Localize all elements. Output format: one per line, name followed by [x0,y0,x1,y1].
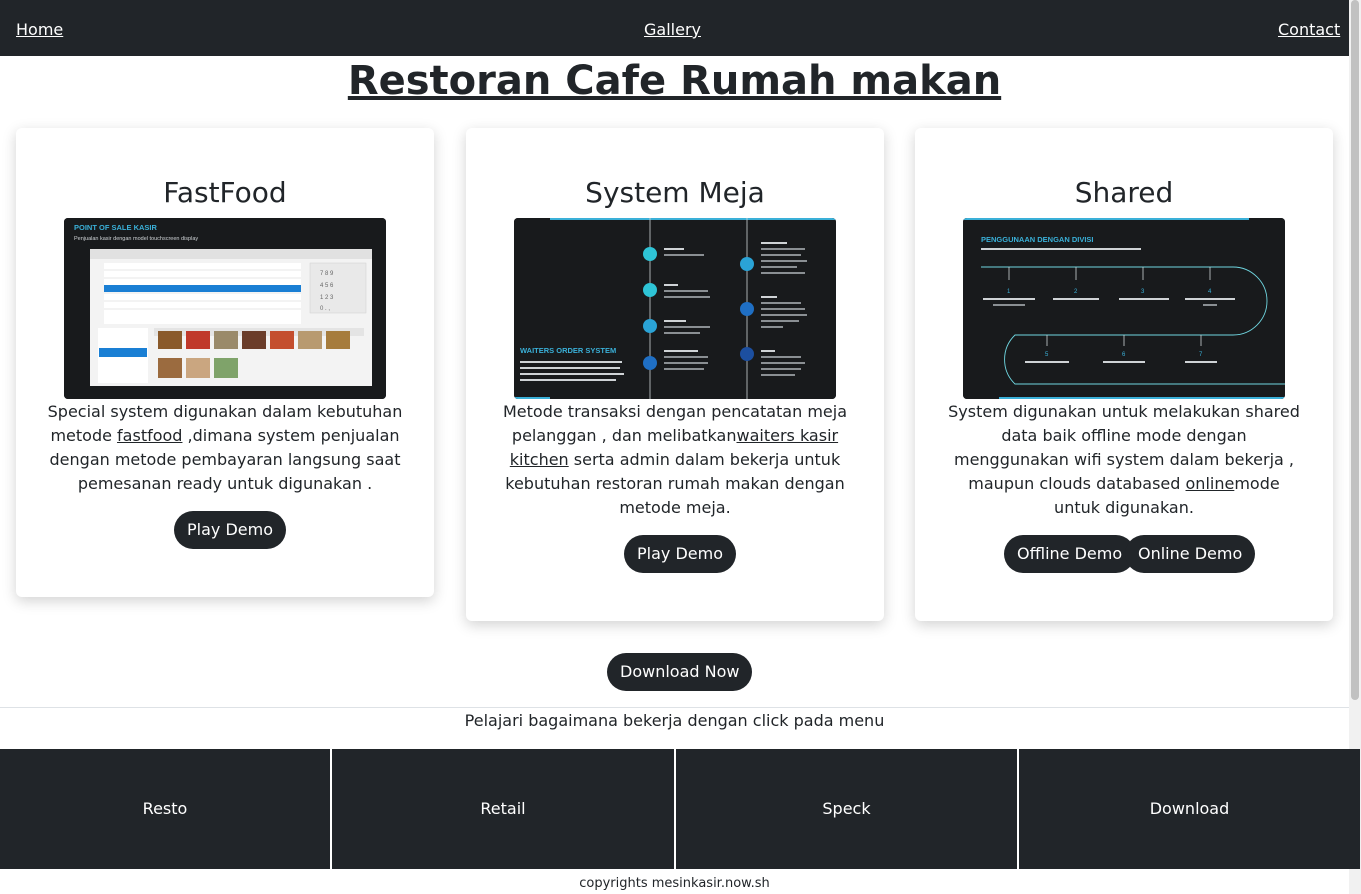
online-link[interactable]: online [1186,474,1235,493]
image-heading: PENGGUNAAN DENGAN DIVISI [981,235,1094,244]
top-navbar: Home Gallery Contact [0,0,1349,56]
svg-text:7 8 9: 7 8 9 [320,271,334,277]
card-description: Special system digunakan dalam kebutuhan… [47,402,403,493]
pos-kasir-screenshot: POINT OF SALE KASIR Penjualan kasir deng… [64,218,386,399]
svg-text:1 2 3: 1 2 3 [320,295,334,301]
offline-demo-button[interactable]: Offline Demo [1004,535,1136,573]
card-description: System digunakan untuk melakukan shared … [948,402,1300,517]
play-demo-button[interactable]: Play Demo [624,535,736,573]
svg-text:4 5 6: 4 5 6 [320,283,334,289]
menu-tile-speck[interactable]: Speck [676,749,1017,869]
card-title: System Meja [585,176,765,209]
waiters-order-screenshot: WAITERS ORDER SYSTEM [514,218,836,399]
card-title: FastFood [163,176,287,209]
image-subheading: Penjualan kasir dengan model touchscreen… [74,236,198,242]
section-divider [0,707,1349,708]
card-system-meja: System Meja WAITERS ORDER SYSTEM Metode … [466,128,884,621]
card-fastfood: FastFood POINT OF SALE KASIR Penjualan k… [16,128,434,597]
divisi-screenshot: PENGGUNAAN DENGAN DIVISI 1 2 3 4 5 6 7 [963,218,1285,399]
footer-copyright: copyrights mesinkasir.now.sh [579,876,770,891]
menu-tile-download[interactable]: Download [1019,749,1360,869]
nav-contact-link[interactable]: Contact [1278,20,1340,39]
card-title: Shared [1074,176,1174,209]
download-now-button[interactable]: Download Now [607,653,753,691]
page-title: Restoran Cafe Rumah makan [347,58,1002,104]
card-description: Metode transaksi dengan pencatatan meja … [503,402,847,517]
menu-tile-retail[interactable]: Retail [332,749,674,869]
learn-text: Pelajari bagaimana bekerja dengan click … [464,711,885,730]
nav-home-link[interactable]: Home [16,20,63,39]
svg-text:0 . ,: 0 . , [320,306,330,312]
fastfood-link[interactable]: fastfood [117,426,182,445]
nav-gallery-link[interactable]: Gallery [644,20,701,39]
card-shared: Shared PENGGUNAAN DENGAN DIVISI 1 2 3 4 … [915,128,1333,621]
image-heading: POINT OF SALE KASIR [74,223,158,232]
play-demo-button[interactable]: Play Demo [174,511,286,549]
online-demo-button[interactable]: Online Demo [1125,535,1256,573]
image-heading: WAITERS ORDER SYSTEM [520,346,616,355]
menu-tile-resto[interactable]: Resto [0,749,330,869]
scrollbar-thumb[interactable] [1351,0,1359,700]
